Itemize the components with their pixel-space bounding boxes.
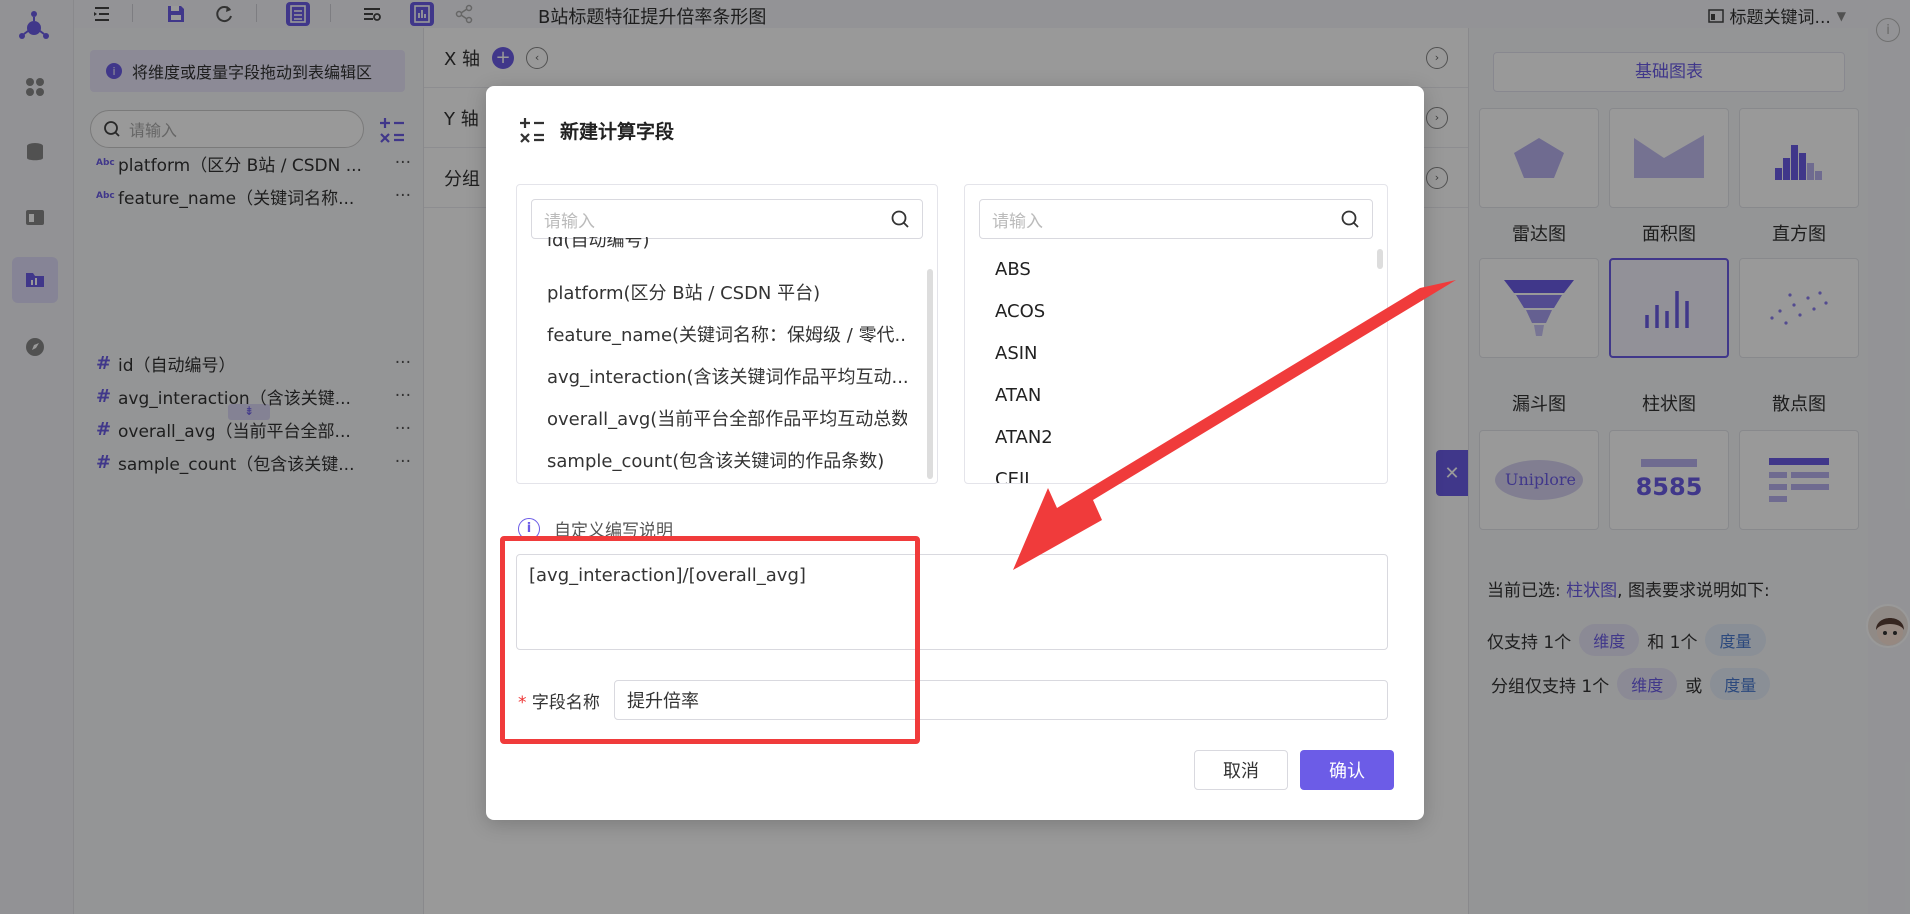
function-list-pane: 请输入 ABS ACOS ASIN ATAN ATAN2 CEIL bbox=[964, 184, 1388, 484]
function-list-scrollbar[interactable] bbox=[1377, 249, 1383, 269]
field-item-feature-name[interactable]: feature_name(关键词名称：保姆级 / 零代... bbox=[547, 321, 907, 347]
function-item-atan2[interactable]: ATAN2 bbox=[995, 427, 1053, 448]
field-list-search-placeholder: 请输入 bbox=[544, 211, 595, 232]
dialog-header: 新建计算字段 bbox=[518, 116, 674, 144]
function-search-input[interactable]: 请输入 bbox=[979, 199, 1373, 239]
confirm-button[interactable]: 确认 bbox=[1300, 750, 1394, 790]
cancel-button[interactable]: 取消 bbox=[1194, 750, 1288, 790]
dialog-title: 新建计算字段 bbox=[560, 120, 675, 143]
field-list-scrollbar[interactable] bbox=[927, 269, 933, 479]
field-list-search-input[interactable]: 请输入 bbox=[531, 199, 923, 239]
function-item-asin[interactable]: ASIN bbox=[995, 343, 1038, 364]
highlight-box-annotation bbox=[500, 536, 920, 744]
calculated-field-icon bbox=[520, 118, 544, 143]
function-item-ceil[interactable]: CEIL bbox=[995, 469, 1034, 483]
field-item-sample-count[interactable]: sample_count(包含该关键词的作品条数) bbox=[547, 447, 907, 473]
field-item-platform[interactable]: platform(区分 B站 / CSDN 平台) bbox=[547, 279, 907, 305]
field-list-pane: 请输入 id(自动编号) platform(区分 B站 / CSDN 平台) f… bbox=[516, 184, 938, 484]
function-item-acos[interactable]: ACOS bbox=[995, 301, 1045, 322]
function-search-placeholder: 请输入 bbox=[992, 211, 1043, 232]
function-item-atan[interactable]: ATAN bbox=[995, 385, 1041, 406]
search-icon bbox=[891, 210, 909, 228]
function-item-abs[interactable]: ABS bbox=[995, 259, 1031, 280]
search-icon bbox=[1341, 210, 1359, 228]
field-item-overall-avg[interactable]: overall_avg(当前平台全部作品平均互动总数) bbox=[547, 405, 907, 431]
field-item-avg-interaction[interactable]: avg_interaction(含该关键词作品平均互动... bbox=[547, 363, 907, 389]
field-item-id[interactable]: id(自动编号) bbox=[547, 237, 907, 251]
